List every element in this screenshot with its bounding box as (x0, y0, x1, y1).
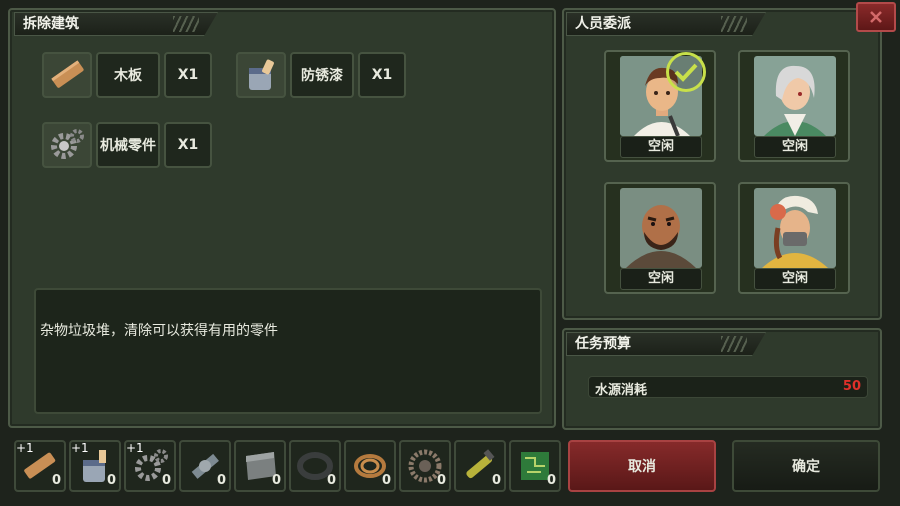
inventory-count: 0 (326, 473, 336, 488)
material-wood-icon-cell (42, 52, 92, 98)
material-wood-qty: X1 (164, 52, 212, 98)
inventory-count: 0 (161, 473, 171, 488)
demolish-header: 拆除建筑 (14, 12, 218, 36)
inventory-count: 0 (436, 473, 446, 488)
inventory-slot[interactable]: 0 (399, 440, 451, 492)
material-paint-name: 防锈漆 (290, 52, 354, 98)
inventory-count: 0 (51, 473, 61, 488)
assign-title: 人员委派 (575, 16, 631, 32)
close-button[interactable] (856, 2, 896, 32)
description-box: 杂物垃圾堆，清除可以获得有用的零件 (34, 288, 542, 414)
person-card[interactable]: 空闲 (604, 182, 716, 294)
paint-bucket-icon (249, 59, 274, 90)
person-card[interactable]: 空闲 (604, 50, 716, 162)
person-status: 空闲 (620, 268, 702, 290)
person-status: 空闲 (754, 136, 836, 158)
inventory-slot[interactable]: +1 0 (124, 440, 176, 492)
cancel-label: 取消 (628, 459, 656, 475)
avatar (754, 56, 836, 136)
wood-plank-icon (51, 60, 84, 88)
selected-check-icon (666, 52, 706, 92)
person-card[interactable]: 空闲 (738, 182, 850, 294)
material-gear-icon-cell (42, 122, 92, 168)
person-status: 空闲 (754, 268, 836, 290)
inventory-count: 0 (491, 473, 501, 488)
header-hatch-decoration (721, 336, 747, 352)
inventory-slot[interactable]: 0 (234, 440, 286, 492)
avatar (620, 188, 702, 268)
budget-header: 任务预算 (566, 332, 766, 356)
header-hatch-decoration (173, 16, 199, 32)
material-wood-name: 木板 (96, 52, 160, 98)
confirm-label: 确定 (792, 459, 820, 475)
inventory-slot[interactable]: 0 (289, 440, 341, 492)
inventory-count: 0 (216, 473, 226, 488)
material-paint-icon-cell (236, 52, 286, 98)
inventory-slot[interactable]: +1 0 (14, 440, 66, 492)
inventory-count: 0 (106, 473, 116, 488)
person-status: 空闲 (620, 136, 702, 158)
material-gear-name: 机械零件 (96, 122, 160, 168)
inventory-slot[interactable]: 0 (509, 440, 561, 492)
inventory-count: 0 (271, 473, 281, 488)
budget-item-value: 50 (842, 379, 861, 394)
inventory-count: 0 (381, 473, 391, 488)
inventory-count: 0 (546, 473, 556, 488)
header-hatch-decoration (721, 16, 747, 32)
material-gear-qty: X1 (164, 122, 212, 168)
cancel-button[interactable]: 取消 (568, 440, 716, 492)
inventory-slot[interactable]: +1 0 (69, 440, 121, 492)
confirm-button[interactable]: 确定 (732, 440, 880, 492)
assign-header: 人员委派 (566, 12, 766, 36)
inventory-slot[interactable]: 0 (344, 440, 396, 492)
gear-icon (51, 129, 84, 159)
budget-title: 任务预算 (575, 336, 631, 352)
avatar (754, 188, 836, 268)
demolish-title: 拆除建筑 (23, 16, 79, 32)
inventory-slot[interactable]: 0 (454, 440, 506, 492)
budget-row: 水源消耗 50 (588, 376, 868, 398)
person-card[interactable]: 空闲 (738, 50, 850, 162)
budget-item-label: 水源消耗 (595, 383, 648, 398)
inventory-slot[interactable]: 0 (179, 440, 231, 492)
description-text: 杂物垃圾堆，清除可以获得有用的零件 (40, 323, 278, 339)
close-icon (870, 11, 882, 23)
material-paint-qty: X1 (358, 52, 406, 98)
